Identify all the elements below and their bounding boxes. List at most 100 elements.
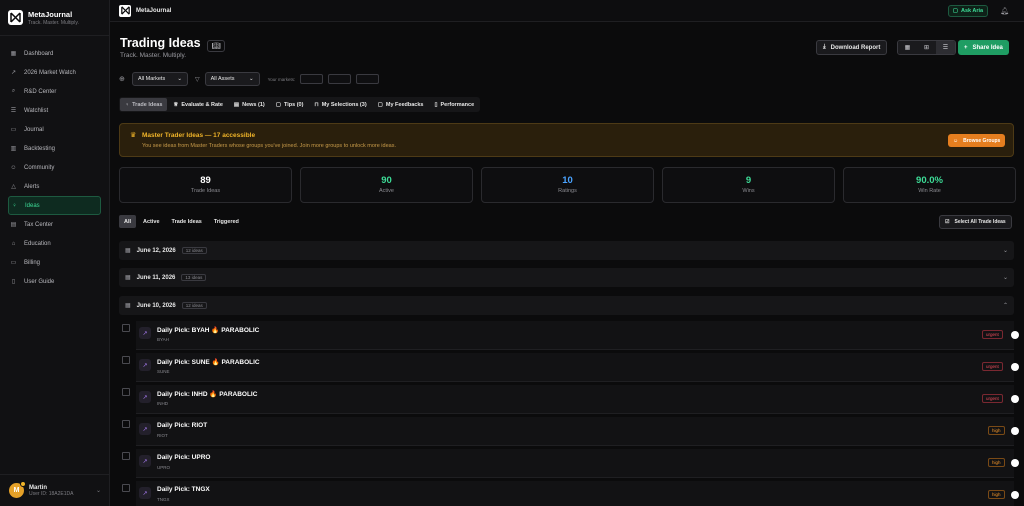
page-title: Trading Ideas bbox=[120, 36, 201, 50]
idea-title: Daily Pick: UPRO bbox=[157, 454, 211, 461]
row-checkbox[interactable] bbox=[122, 484, 130, 492]
idea-card[interactable]: ↗ Daily Pick: INHD 🔥 PARABOLIC INHD urgent bbox=[136, 385, 1019, 414]
select-all-button[interactable]: ☑ Select All Trade Ideas bbox=[939, 215, 1012, 229]
idea-card[interactable]: ↗ Daily Pick: BYAH 🔥 PARABOLIC BYAH urgent bbox=[136, 321, 1019, 350]
view-cards-button[interactable]: ▦ bbox=[898, 41, 917, 54]
sidebar-item-label: 2026 Market Watch bbox=[24, 69, 76, 76]
market-chip[interactable] bbox=[300, 74, 324, 84]
sidebar-item-label: Billing bbox=[24, 259, 41, 266]
view-list-button[interactable]: ☰ bbox=[936, 41, 955, 54]
sidebar-item-ideas[interactable]: ♀ Ideas bbox=[8, 196, 101, 215]
filter-trade-ideas[interactable]: Trade Ideas bbox=[167, 215, 207, 228]
sidebar-item-community[interactable]: ☺ Community bbox=[8, 158, 101, 177]
idea-row[interactable]: ↗ Daily Pick: INHD 🔥 PARABOLIC INHD urgent bbox=[119, 385, 1019, 415]
filter-active[interactable]: Active bbox=[138, 215, 165, 228]
idea-row[interactable]: ↗ Daily Pick: SUNE 🔥 PARABOLIC SUNE urgent bbox=[119, 353, 1019, 383]
idea-ticker: SUNE bbox=[157, 369, 170, 374]
sidebar-item-education[interactable]: ⌂ Education bbox=[8, 234, 101, 253]
stat-value: 90 bbox=[381, 175, 392, 186]
trend-icon: ↗ bbox=[139, 455, 151, 467]
idea-row[interactable]: ↗ Daily Pick: UPRO UPRO high bbox=[119, 449, 1019, 479]
market-chip[interactable] bbox=[356, 74, 380, 84]
idea-row[interactable]: ↗ Daily Pick: RIOT RIOT high bbox=[119, 417, 1019, 447]
book-icon: 📖︎ bbox=[211, 43, 221, 50]
ask-aria-button[interactable]: ▢ Ask Aria bbox=[947, 4, 989, 17]
stat-label: Win Rate bbox=[918, 188, 941, 194]
share-idea-button[interactable]: + Share Idea bbox=[958, 40, 1009, 55]
stat-value: 89 bbox=[200, 175, 211, 186]
tab-tips[interactable]: ▢ Tips (0) bbox=[271, 98, 309, 111]
sidebar-item-dashboard[interactable]: ▦ Dashboard bbox=[8, 44, 101, 63]
markets-select[interactable]: All Markets ⌄ bbox=[132, 72, 188, 86]
idea-card[interactable]: ↗ Daily Pick: UPRO UPRO high bbox=[136, 449, 1019, 478]
sidebar-item-market-watch[interactable]: ↗ 2026 Market Watch bbox=[8, 63, 101, 82]
view-grid-button[interactable]: ⊞ bbox=[917, 41, 936, 54]
sidebar-item-backtesting[interactable]: ▥ Backtesting bbox=[8, 139, 101, 158]
idea-row[interactable]: ↗ Daily Pick: TNGX TNGX high bbox=[119, 481, 1019, 506]
guide-button[interactable]: 📖︎ bbox=[207, 40, 225, 52]
day-date: June 10, 2026 bbox=[136, 302, 176, 309]
sidebar-item-alerts[interactable]: △ Alerts bbox=[8, 177, 101, 196]
sidebar-item-user-guide[interactable]: ▯ User Guide bbox=[8, 272, 101, 291]
assets-select[interactable]: All Assets ⌄ bbox=[204, 72, 260, 86]
sidebar-item-billing[interactable]: ▭ Billing bbox=[8, 253, 101, 272]
day-group-header[interactable]: ▦ June 10, 2026 12 ideas ⌃ bbox=[119, 296, 1014, 315]
ask-aria-label: Ask Aria bbox=[960, 7, 984, 14]
idea-row[interactable]: ↗ Daily Pick: BYAH 🔥 PARABOLIC BYAH urgent bbox=[119, 321, 1019, 351]
idea-toggle[interactable] bbox=[1011, 363, 1019, 371]
sidebar-item-label: Education bbox=[24, 240, 51, 247]
assets-value: All Assets bbox=[210, 76, 235, 82]
user-menu[interactable]: M Martin User ID: 18A2E1DA ⌄ bbox=[0, 474, 110, 506]
row-checkbox[interactable] bbox=[122, 356, 130, 364]
idea-toggle[interactable] bbox=[1011, 491, 1019, 499]
guide-icon: ▯ bbox=[11, 279, 16, 285]
market-chip[interactable] bbox=[328, 74, 352, 84]
browse-groups-button[interactable]: ☺ Browse Groups bbox=[948, 134, 1006, 147]
status-dot bbox=[20, 481, 26, 487]
bell-icon[interactable]: 🔔︎ bbox=[1000, 7, 1009, 15]
tab-my-selections[interactable]: ⊓ My Selections (3) bbox=[309, 98, 371, 111]
idea-ticker: INHD bbox=[157, 401, 168, 406]
share-label: Share Idea bbox=[972, 44, 1003, 51]
row-checkbox[interactable] bbox=[122, 388, 130, 396]
sidebar-nav: ▦ Dashboard ↗ 2026 Market Watch ⌕ R&D Cente… bbox=[0, 36, 109, 291]
idea-toggle[interactable] bbox=[1011, 395, 1019, 403]
filter-triggered[interactable]: Triggered bbox=[209, 215, 244, 228]
sidebar-item-journal[interactable]: ▭ Journal bbox=[8, 120, 101, 139]
idea-card[interactable]: ↗ Daily Pick: TNGX TNGX high bbox=[136, 481, 1019, 506]
day-group-header[interactable]: ▦ June 12, 2026 12 ideas ⌄ bbox=[119, 241, 1014, 260]
download-icon: ⤓ bbox=[823, 44, 826, 50]
trend-icon: ↗ bbox=[10, 70, 17, 76]
tab-performance[interactable]: ▯ Performance bbox=[429, 98, 479, 111]
idea-toggle[interactable] bbox=[1011, 459, 1019, 467]
tab-evaluate-rate[interactable]: ♕ Evaluate & Rate bbox=[168, 98, 228, 111]
tab-label: Trade Ideas bbox=[132, 101, 163, 108]
stat-label: Active bbox=[379, 188, 394, 194]
chart-icon: ▥ bbox=[10, 146, 17, 152]
idea-card[interactable]: ↗ Daily Pick: RIOT RIOT high bbox=[136, 417, 1019, 446]
sidebar-item-rd-center[interactable]: ⌕ R&D Center bbox=[8, 82, 101, 101]
search-icon: ⌕ bbox=[11, 88, 16, 94]
day-count-badge: 13 ideas bbox=[181, 274, 207, 281]
download-report-button[interactable]: ⤓ Download Report bbox=[816, 40, 888, 55]
sidebar-item-watchlist[interactable]: ☰ Watchlist bbox=[8, 101, 101, 120]
filter-all[interactable]: All bbox=[119, 215, 137, 228]
tab-news[interactable]: ▤ News (1) bbox=[229, 98, 270, 111]
idea-toggle[interactable] bbox=[1011, 331, 1019, 339]
row-checkbox[interactable] bbox=[122, 420, 130, 428]
tab-my-feedbacks[interactable]: ▢ My Feedbacks bbox=[373, 98, 429, 111]
list-icon: ☰ bbox=[10, 108, 17, 114]
idea-card[interactable]: ↗ Daily Pick: SUNE 🔥 PARABOLIC SUNE urgent bbox=[136, 353, 1019, 382]
row-checkbox[interactable] bbox=[122, 452, 130, 460]
chevron-down-icon: ⌄ bbox=[1002, 275, 1008, 281]
chat-icon: ▢ bbox=[275, 101, 281, 108]
chevron-up-icon: ⌃ bbox=[1002, 303, 1008, 309]
tab-trade-ideas[interactable]: ♀ Trade Ideas bbox=[120, 98, 168, 111]
row-checkbox[interactable] bbox=[122, 324, 130, 332]
brand[interactable]: MetaJournal Track. Master. Multiply. bbox=[0, 0, 109, 36]
lightbulb-icon: ♀ bbox=[125, 101, 130, 108]
tab-label: Tips (0) bbox=[283, 101, 304, 108]
idea-toggle[interactable] bbox=[1011, 427, 1019, 435]
day-group-header[interactable]: ▦ June 11, 2026 13 ideas ⌄ bbox=[119, 268, 1014, 287]
sidebar-item-tax-center[interactable]: ▤ Tax Center bbox=[8, 215, 101, 234]
